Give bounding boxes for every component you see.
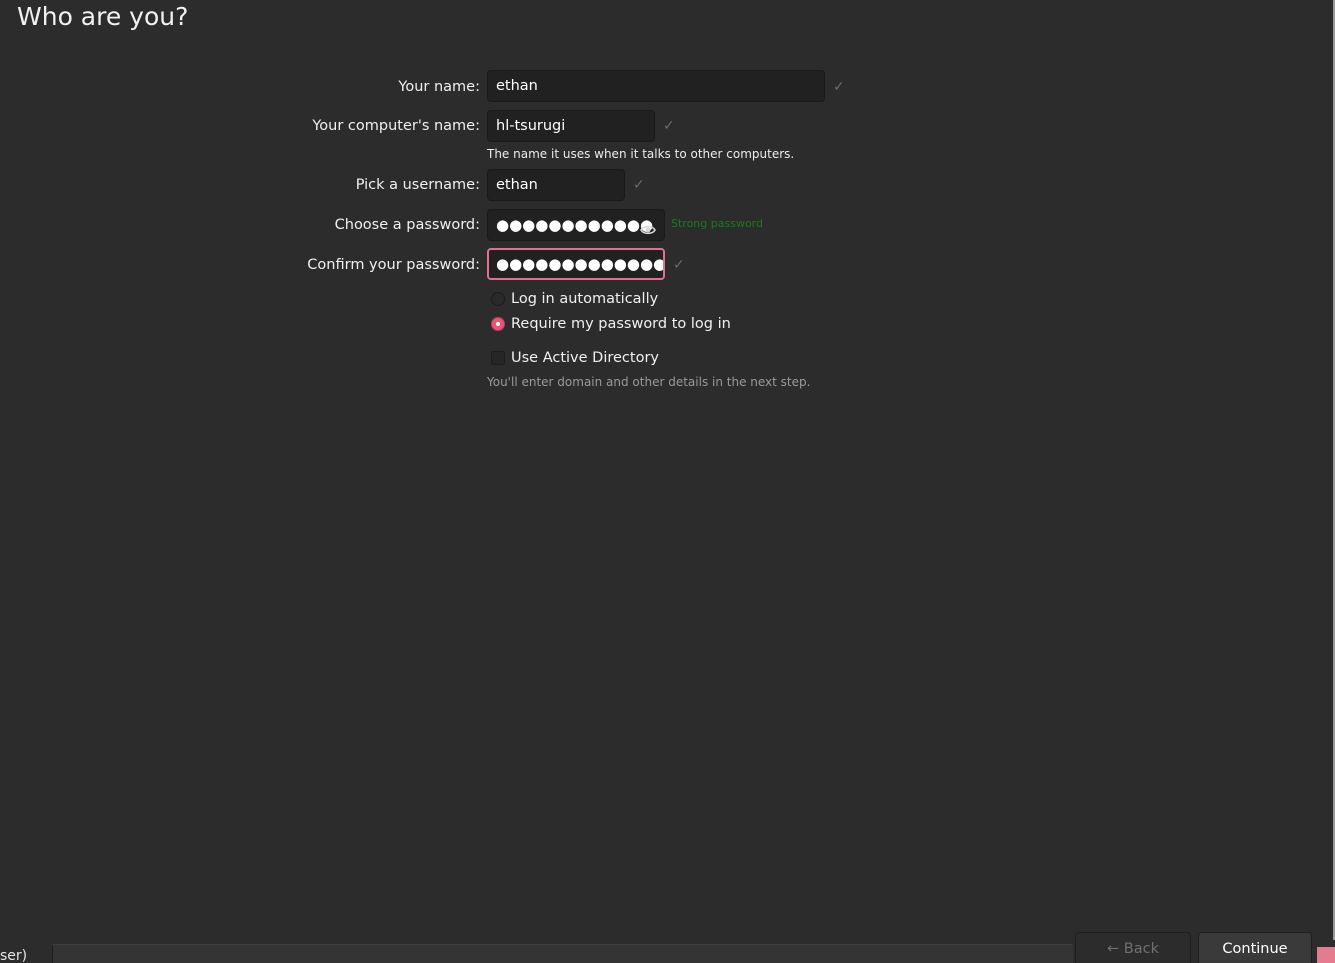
computer-name-value: hl-tsurugi: [496, 118, 566, 134]
your-name-input[interactable]: ethan: [487, 70, 825, 102]
back-button[interactable]: ← Back: [1075, 932, 1191, 963]
bottom-status-strip: [52, 945, 1073, 963]
password-masked-value: ●●●●●●●●●●●●: [496, 216, 654, 234]
confirm-password-check-icon: ✓: [673, 257, 685, 273]
username-value: ethan: [496, 177, 538, 193]
log-in-automatically-radio[interactable]: [491, 292, 505, 306]
computer-name-label: Your computer's name:: [312, 118, 480, 134]
confirm-password-masked-value: ●●●●●●●●●●●●●●: [496, 255, 665, 273]
username-check-icon: ✓: [633, 177, 645, 193]
use-active-directory-label[interactable]: Use Active Directory: [511, 348, 659, 368]
computer-name-check-icon: ✓: [663, 118, 675, 134]
bottom-left-text: ser): [0, 948, 28, 963]
username-input[interactable]: ethan: [487, 169, 625, 201]
confirm-password-label: Confirm your password:: [307, 257, 480, 273]
your-name-check-icon: ✓: [833, 79, 845, 95]
continue-button[interactable]: Continue: [1198, 932, 1312, 963]
password-label: Choose a password:: [334, 217, 480, 233]
require-password-label[interactable]: Require my password to log in: [511, 314, 731, 334]
installer-page: Who are you? Your name: ethan ✓ Your com…: [0, 0, 1335, 963]
username-label: Pick a username:: [355, 177, 480, 193]
your-name-label: Your name:: [398, 79, 480, 95]
require-password-radio[interactable]: [491, 317, 505, 331]
log-in-automatically-label[interactable]: Log in automatically: [511, 289, 658, 309]
password-strength-indicator: Strong password: [671, 217, 763, 230]
confirm-password-input[interactable]: ●●●●●●●●●●●●●●: [487, 248, 665, 280]
your-name-value: ethan: [496, 78, 538, 94]
use-active-directory-checkbox[interactable]: [491, 351, 505, 365]
page-title: Who are you?: [17, 2, 189, 31]
computer-name-hint: The name it uses when it talks to other …: [487, 147, 795, 161]
corner-badge-icon: [1317, 947, 1335, 963]
password-input[interactable]: ●●●●●●●●●●●●: [487, 209, 665, 241]
active-directory-hint: You'll enter domain and other details in…: [487, 375, 811, 389]
show-password-eye-icon[interactable]: [640, 218, 656, 235]
computer-name-input[interactable]: hl-tsurugi: [487, 110, 655, 142]
